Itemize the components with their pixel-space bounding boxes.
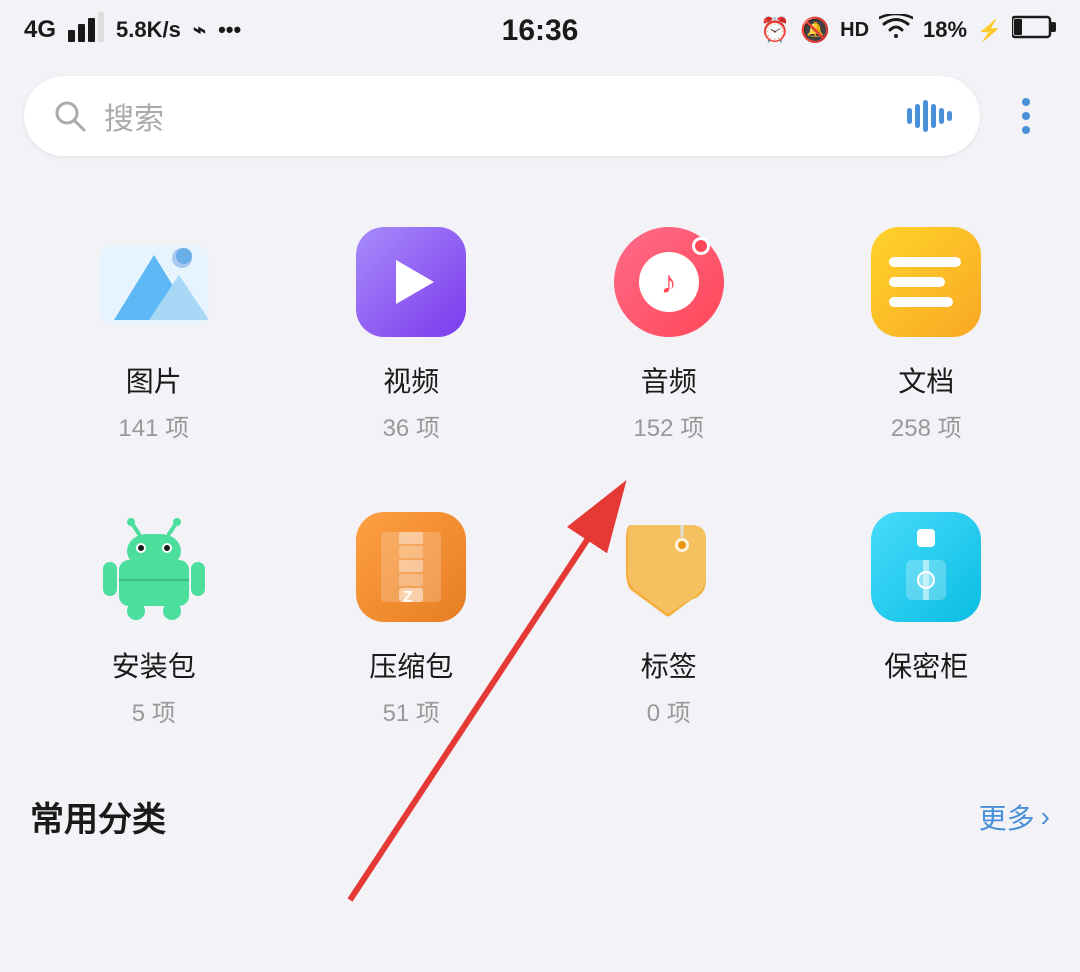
network-speed: 5.8K/s <box>116 17 181 43</box>
zip-icon: Z <box>351 507 471 627</box>
image-icon <box>94 222 214 342</box>
category-video[interactable]: 视频 36 项 <box>288 192 536 467</box>
category-audio[interactable]: ♪ 音频 152 项 <box>545 192 793 467</box>
chevron-right-icon: › <box>1041 801 1050 833</box>
document-icon <box>866 222 986 342</box>
alarm-icon: ⏰ <box>760 16 790 45</box>
image-count: 141 项 <box>118 408 189 443</box>
search-icon <box>52 98 88 134</box>
svg-text:Z: Z <box>403 589 413 602</box>
doc-line2 <box>889 277 945 287</box>
audio-inner-circle: ♪ <box>639 252 699 312</box>
safe-body-svg <box>901 555 951 605</box>
dot <box>1022 112 1030 120</box>
category-grid: 图片 141 项 视频 36 项 ♪ 音频 <box>0 172 1080 762</box>
voice-search-icon[interactable] <box>907 100 952 132</box>
battery-percent: 18% <box>923 17 967 43</box>
ellipsis: ••• <box>218 17 241 43</box>
audio-icon: ♪ <box>609 222 729 342</box>
video-icon-shape <box>356 227 466 337</box>
safe-handle <box>917 529 935 547</box>
grid: 图片 141 项 视频 36 项 ♪ 音频 <box>30 192 1050 752</box>
category-document[interactable]: 文档 258 项 <box>803 192 1051 467</box>
apk-count: 5 项 <box>132 693 176 728</box>
silent-icon: 🔕 <box>800 16 830 45</box>
doc-line1 <box>889 257 961 267</box>
tag-count: 0 项 <box>647 693 691 728</box>
video-icon <box>351 222 471 342</box>
charging-icon: ⚡ <box>977 18 1002 43</box>
status-time: 16:36 <box>502 14 579 48</box>
battery-icon <box>1012 15 1056 46</box>
android-svg <box>99 512 209 622</box>
document-label: 文档 <box>898 360 954 400</box>
category-image[interactable]: 图片 141 项 <box>30 192 278 467</box>
image-label: 图片 <box>126 360 182 400</box>
tag-icon <box>609 507 729 627</box>
more-link[interactable]: 更多 › <box>979 797 1050 837</box>
audio-label: 音频 <box>641 360 697 400</box>
apk-label: 安装包 <box>112 645 196 685</box>
status-bar: 4G 5.8K/s ⌁ ••• 16:36 ⏰ 🔕 HD 18% ⚡ <box>0 0 1080 60</box>
audio-count: 152 项 <box>633 408 704 443</box>
doc-icon-shape <box>871 227 981 337</box>
safe-label: 保密柜 <box>884 645 968 685</box>
audio-icon-shape: ♪ <box>614 227 724 337</box>
search-bar[interactable]: 搜索 <box>24 76 980 156</box>
more-label: 更多 <box>979 797 1035 837</box>
signal-icon: 4G <box>24 16 56 44</box>
category-tag[interactable]: 标签 0 项 <box>545 477 793 752</box>
status-left: 4G 5.8K/s ⌁ ••• <box>24 12 241 49</box>
wifi-icon <box>879 14 913 47</box>
status-right: ⏰ 🔕 HD 18% ⚡ <box>760 14 1056 47</box>
video-label: 视频 <box>383 360 439 400</box>
more-options-button[interactable] <box>996 86 1056 146</box>
category-apk[interactable]: 安装包 5 项 <box>30 477 278 752</box>
signal-bars <box>68 12 104 49</box>
search-bar-container: 搜索 <box>0 60 1080 172</box>
tag-label: 标签 <box>641 645 697 685</box>
tag-svg <box>616 515 721 620</box>
video-count: 36 项 <box>383 408 440 443</box>
safe-icon <box>866 507 986 627</box>
zip-svg: Z <box>381 532 441 602</box>
zip-count: 51 项 <box>383 693 440 728</box>
category-zip[interactable]: Z 压缩包 51 项 <box>288 477 536 752</box>
zip-icon-shape: Z <box>356 512 466 622</box>
audio-dot <box>692 237 710 255</box>
section-title: 常用分类 <box>30 792 166 841</box>
zip-label: 压缩包 <box>369 645 453 685</box>
dot <box>1022 126 1030 134</box>
apk-icon <box>94 507 214 627</box>
hd-label: HD <box>840 19 869 42</box>
category-safe[interactable]: 保密柜 <box>803 477 1051 752</box>
dot <box>1022 98 1030 106</box>
safe-icon-shape <box>871 512 981 622</box>
document-count: 258 项 <box>891 408 962 443</box>
music-note: ♪ <box>661 264 677 301</box>
doc-line3 <box>889 297 953 307</box>
usb-icon: ⌁ <box>193 17 206 43</box>
search-placeholder: 搜索 <box>104 94 891 138</box>
play-triangle <box>396 260 434 304</box>
bottom-section: 常用分类 更多 › <box>0 762 1080 841</box>
